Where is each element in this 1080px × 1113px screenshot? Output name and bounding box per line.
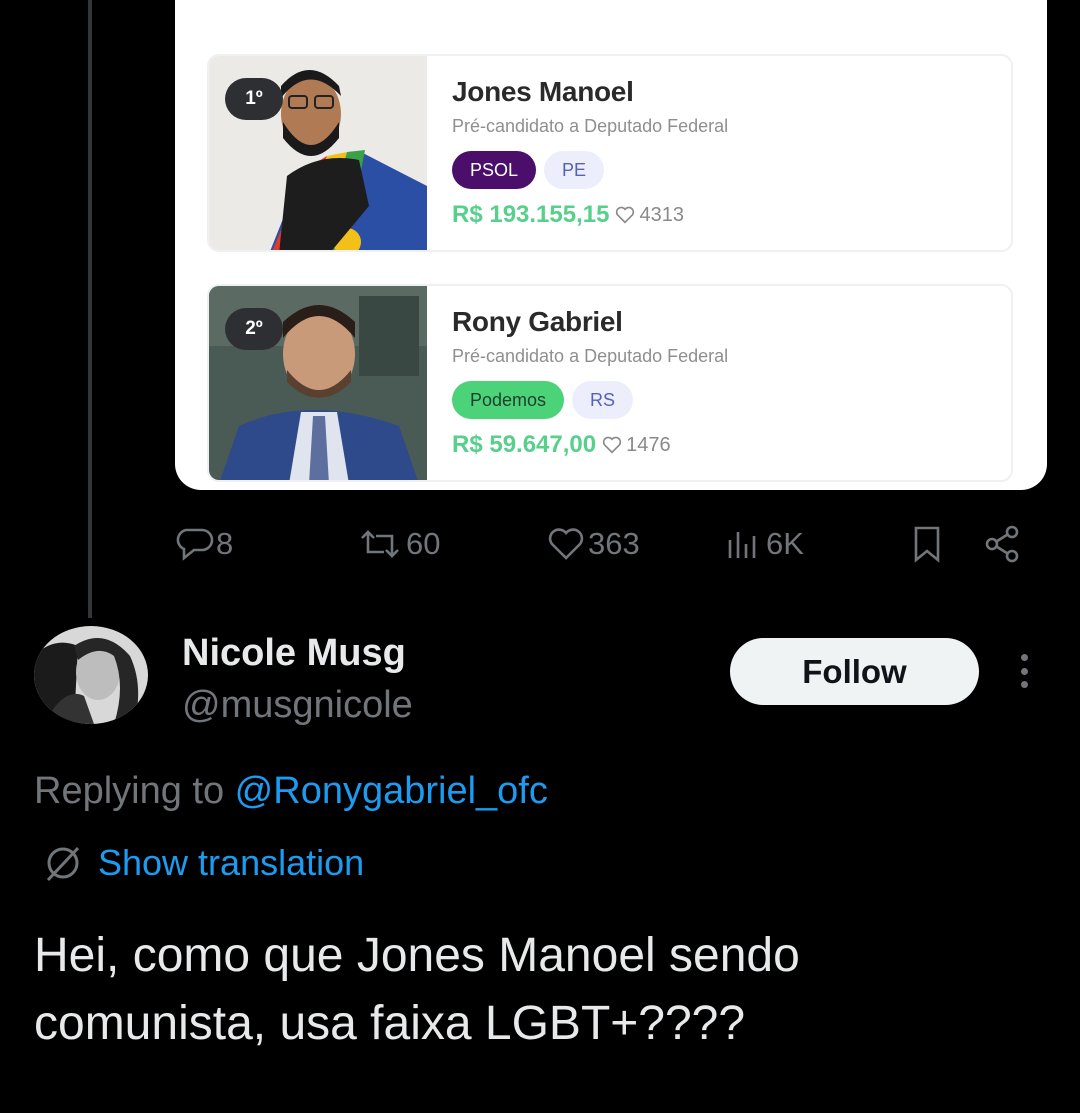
supporters-value: 4313	[639, 203, 684, 226]
reply-count: 8	[216, 526, 234, 561]
reply-icon	[176, 528, 214, 561]
views-count: 6K	[766, 526, 804, 561]
candidate-name: Jones Manoel	[452, 76, 634, 107]
candidate-name: Rony Gabriel	[452, 306, 623, 337]
state-tag: RS	[572, 381, 634, 419]
candidate-photo: 1º	[209, 56, 427, 250]
retweet-button[interactable]: 60	[356, 518, 440, 570]
donation-amount: R$ 59.647,00	[452, 431, 597, 458]
tweet-text: Hei, como que Jones Manoel sendo comunis…	[34, 929, 800, 1050]
supporters-value: 1476	[626, 433, 671, 456]
supporters-count: 4313	[615, 204, 684, 227]
more-options-icon[interactable]	[1010, 650, 1038, 692]
candidate-role: Pré-candidato a Deputado Federal	[452, 346, 729, 366]
donation-row: R$ 59.647,00 1476	[452, 431, 728, 459]
donation-amount: R$ 193.155,15	[452, 201, 610, 228]
replying-prefix: Replying to	[34, 770, 235, 812]
candidate-tags: Podemos RS	[452, 381, 728, 419]
replying-to: Replying to @Ronygabriel_ofc	[34, 770, 548, 813]
reply-button[interactable]: 8	[176, 518, 233, 570]
share-button[interactable]	[982, 518, 1022, 570]
state-tag: PE	[544, 151, 605, 189]
supporters-count: 1476	[602, 434, 671, 457]
author-name[interactable]: Nicole Musg	[182, 632, 406, 675]
rank-badge: 1º	[225, 78, 283, 120]
bookmark-icon	[914, 526, 940, 563]
replying-mention-link[interactable]: @Ronygabriel_ofc	[235, 770, 548, 812]
heart-icon	[548, 528, 584, 560]
rank-badge: 2º	[225, 308, 283, 350]
share-icon	[985, 525, 1019, 563]
thread-connector-line	[88, 0, 92, 618]
retweet-count: 60	[406, 526, 441, 561]
candidate-photo: 2º	[209, 286, 427, 480]
candidate-info: Jones Manoel Pré-candidato a Deputado Fe…	[452, 76, 728, 229]
views-button[interactable]: 6K	[724, 518, 804, 570]
tweet-action-bar: 8 60 363 6K	[176, 518, 1036, 570]
tweet-media-image[interactable]: 1º Jones Manoel Pré-candidato a Deputado…	[175, 0, 1047, 490]
author-handle[interactable]: @musgnicole	[182, 684, 413, 727]
candidate-tags: PSOL PE	[452, 151, 728, 189]
show-translation-label: Show translation	[98, 842, 365, 883]
donation-row: R$ 193.155,15 4313	[452, 201, 728, 229]
heart-icon	[602, 436, 622, 454]
retweet-icon	[361, 530, 399, 558]
candidate-card: 1º Jones Manoel Pré-candidato a Deputado…	[207, 54, 1013, 252]
follow-button[interactable]: Follow	[730, 638, 979, 705]
bookmark-button[interactable]	[908, 518, 946, 570]
candidate-card: 2º Rony Gabriel Pré-candidato a Deputado…	[207, 284, 1013, 482]
candidate-info: Rony Gabriel Pré-candidato a Deputado Fe…	[452, 306, 728, 459]
show-translation-link[interactable]: Show translation	[42, 842, 364, 884]
party-tag: PSOL	[452, 151, 537, 189]
views-bar-chart-icon	[728, 532, 756, 558]
avatar[interactable]	[34, 626, 148, 724]
like-count: 363	[588, 526, 640, 561]
like-button[interactable]: 363	[546, 518, 640, 570]
heart-icon	[616, 206, 635, 224]
candidate-role: Pré-candidato a Deputado Federal	[452, 116, 729, 136]
translate-globe-icon	[46, 846, 80, 882]
party-tag: Podemos	[452, 381, 565, 419]
tweet-thread-view: 1º Jones Manoel Pré-candidato a Deputado…	[0, 0, 1080, 1113]
